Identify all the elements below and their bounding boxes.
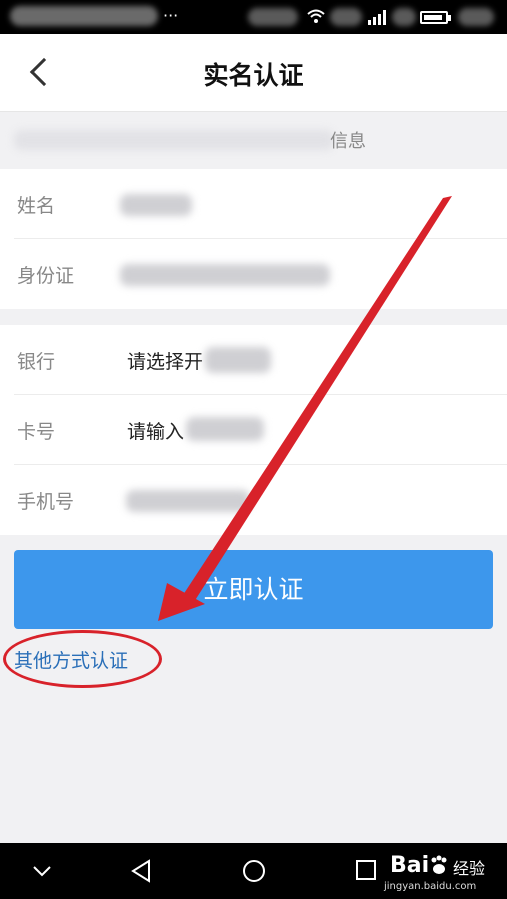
nav-home-icon[interactable] — [242, 859, 266, 883]
paw-icon — [431, 855, 447, 874]
name-label: 姓名 — [17, 195, 56, 217]
card-number-blur — [186, 417, 264, 441]
phone-row[interactable]: 手机号 — [0, 465, 507, 535]
card-number-row[interactable]: 卡号 请输入 — [0, 395, 507, 465]
watermark-url: jingyan.baidu.com — [384, 881, 477, 892]
nav-recents-icon[interactable] — [355, 859, 377, 881]
annotation-ellipse — [3, 630, 162, 688]
id-card-row: 身份证 — [0, 239, 507, 309]
notice-text: 信息 — [330, 131, 366, 152]
signal-icon — [368, 9, 390, 25]
status-blur-right — [392, 8, 416, 26]
bank-card: 银行 请选择开 卡号 请输入 手机号 — [0, 325, 507, 535]
nav-header: 实名认证 — [0, 34, 507, 112]
battery-tip — [448, 15, 451, 21]
phone-label: 手机号 — [17, 491, 75, 513]
bank-select-blur — [205, 347, 271, 373]
notice-strip: 信息 — [0, 112, 507, 168]
card-number-input[interactable]: 请输入 — [127, 417, 184, 444]
status-blur-time — [458, 8, 494, 26]
wifi-icon — [307, 9, 325, 23]
id-card-label: 身份证 — [17, 265, 75, 287]
bank-label: 银行 — [17, 351, 56, 373]
status-notifications-blur — [10, 6, 158, 26]
name-value-blur — [120, 194, 192, 216]
bank-row[interactable]: 银行 请选择开 — [0, 325, 507, 395]
nav-back-icon[interactable] — [130, 859, 152, 883]
id-card-value-blur — [120, 264, 330, 286]
watermark-cn: 经验 — [453, 859, 486, 878]
nav-down-icon[interactable] — [32, 865, 52, 877]
status-blur-left — [248, 8, 298, 26]
watermark-brand: Bai — [390, 853, 430, 878]
page-title: 实名认证 — [203, 61, 304, 90]
phone-value-blur — [126, 490, 250, 512]
status-bar: ··· — [0, 0, 507, 34]
card-number-label: 卡号 — [17, 421, 56, 443]
submit-button[interactable]: 立即认证 — [14, 550, 493, 629]
overflow-dots: ··· — [163, 6, 179, 25]
name-row: 姓名 — [0, 169, 507, 239]
status-blur-mid — [330, 8, 362, 26]
bank-select[interactable]: 请选择开 — [127, 347, 203, 374]
system-nav-bar: Bai 经验 jingyan.baidu.com — [0, 843, 507, 899]
identity-card: 姓名 身份证 — [0, 169, 507, 309]
notice-blur — [14, 130, 334, 150]
battery-icon — [420, 11, 448, 24]
